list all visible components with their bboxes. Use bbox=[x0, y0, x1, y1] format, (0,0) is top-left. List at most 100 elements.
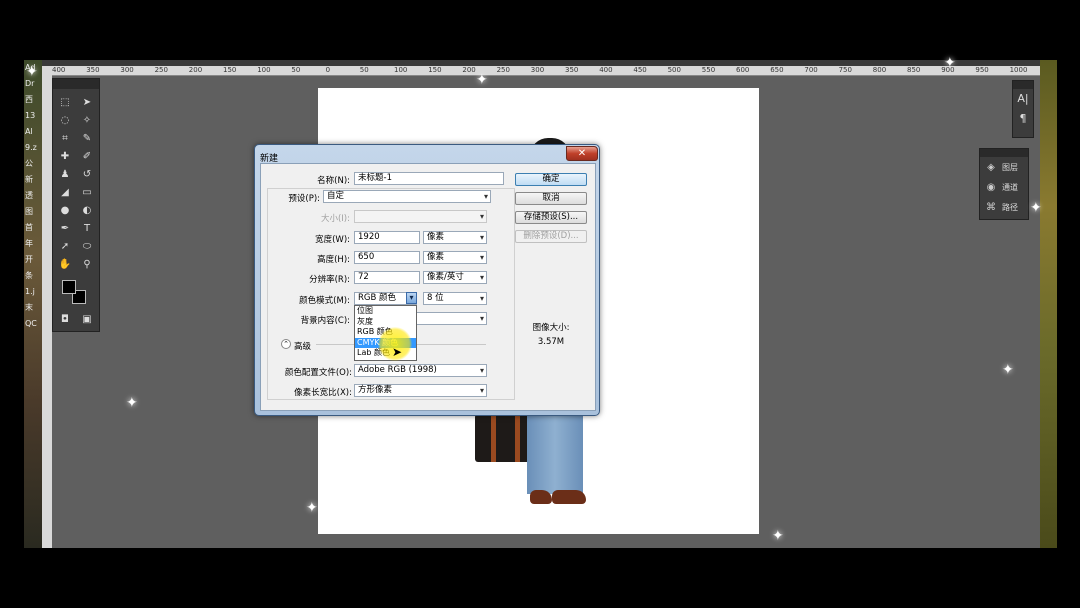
size-select[interactable] bbox=[354, 210, 487, 223]
pixel-aspect-select[interactable]: 方形像素 bbox=[354, 384, 487, 397]
close-icon[interactable]: ✕ bbox=[566, 146, 598, 161]
sparkle-decoration: ✦ bbox=[26, 64, 38, 80]
crop-tool-icon[interactable]: ⌗ bbox=[56, 131, 74, 147]
resolution-label: 分辨率(R): bbox=[309, 275, 350, 285]
pixel-aspect-label: 像素长宽比(X): bbox=[294, 388, 352, 398]
sparkle-decoration: ✦ bbox=[306, 500, 318, 516]
channels-icon: ◉ bbox=[986, 181, 996, 193]
ruler-tick-label: 200 bbox=[188, 66, 203, 74]
color-profile-label: 颜色配置文件(O): bbox=[284, 368, 352, 378]
width-label: 宽度(W): bbox=[315, 235, 350, 245]
cancel-button[interactable]: 取消 bbox=[515, 192, 587, 205]
desktop-icon-label: 图 bbox=[25, 207, 33, 216]
image-size-label: 图像大小: bbox=[532, 323, 570, 333]
photo-figure-shoe-left bbox=[530, 490, 552, 504]
ruler-tick-label: 400 bbox=[52, 66, 66, 74]
foreground-color-swatch[interactable] bbox=[62, 280, 76, 294]
brush-tool-icon[interactable]: ✐ bbox=[78, 149, 96, 165]
text-tool-icon[interactable]: T bbox=[78, 221, 96, 237]
color-mode-option[interactable]: 灰度 bbox=[355, 317, 416, 328]
desktop-icon-label: 透 bbox=[25, 191, 33, 200]
ok-button[interactable]: 确定 bbox=[515, 173, 587, 186]
layers-label: 图层 bbox=[1002, 162, 1018, 172]
sparkle-decoration: ✦ bbox=[476, 72, 488, 88]
gradient-tool-icon[interactable]: ▭ bbox=[78, 185, 96, 201]
color-mode-option[interactable]: 位图 bbox=[355, 306, 416, 317]
chevron-down-icon[interactable]: ▾ bbox=[406, 292, 417, 304]
desktop-icon-label: 13 bbox=[25, 111, 36, 120]
advanced-label[interactable]: 高级 bbox=[294, 340, 311, 352]
mouse-cursor-icon: ➤ bbox=[392, 345, 403, 359]
vertical-ruler bbox=[42, 66, 52, 548]
ruler-tick-label: 1000 bbox=[1009, 66, 1028, 74]
color-mode-label: 颜色模式(M): bbox=[299, 296, 350, 306]
color-profile-select[interactable]: Adobe RGB (1998) bbox=[354, 364, 487, 377]
character-panel-icon[interactable]: A| bbox=[1013, 89, 1033, 109]
hand-tool-icon[interactable]: ✋ bbox=[56, 257, 74, 273]
healing-brush-icon[interactable]: ✚ bbox=[56, 149, 74, 165]
sparkle-decoration: ✦ bbox=[1030, 200, 1042, 216]
magic-wand-icon[interactable]: ✧ bbox=[78, 113, 96, 129]
desktop-icon-label: QC bbox=[25, 319, 37, 328]
resolution-unit-select[interactable]: 像素/英寸 bbox=[423, 271, 487, 284]
quick-mask-icon[interactable]: ◘ bbox=[56, 312, 74, 328]
resolution-input[interactable]: 72 bbox=[354, 271, 420, 284]
lasso-tool-icon[interactable]: ◌ bbox=[56, 113, 74, 129]
size-label: 大小(I): bbox=[320, 214, 350, 224]
tools-panel-header[interactable] bbox=[53, 79, 99, 89]
dodge-tool-icon[interactable]: ◐ bbox=[78, 203, 96, 219]
ruler-tick-label: 200 bbox=[462, 66, 476, 74]
width-unit-select[interactable]: 像素 bbox=[423, 231, 487, 244]
name-input[interactable]: 未标题-1 bbox=[354, 172, 504, 185]
bit-depth-select[interactable]: 8 位 bbox=[423, 292, 487, 305]
blur-tool-icon[interactable]: ● bbox=[56, 203, 74, 219]
screen-mode-icon[interactable]: ▣ bbox=[78, 312, 96, 328]
ruler-tick-label: 100 bbox=[394, 66, 408, 74]
chevron-up-icon[interactable]: ⌃ bbox=[281, 339, 291, 349]
character-panel-dock: A| ¶ bbox=[1012, 80, 1034, 138]
desktop-icon-label: 新 bbox=[25, 175, 33, 184]
delete-preset-button[interactable]: 删除预设(D)... bbox=[515, 230, 587, 243]
ruler-tick-label: 600 bbox=[736, 66, 750, 74]
sparkle-decoration: ✦ bbox=[944, 55, 956, 71]
ruler-tick-label: 500 bbox=[667, 66, 681, 74]
marquee-tool-icon[interactable]: ⬚ bbox=[56, 95, 74, 111]
width-input[interactable]: 1920 bbox=[354, 231, 420, 244]
ruler-tick-label: 700 bbox=[804, 66, 818, 74]
photo-figure-shoe-right bbox=[552, 490, 586, 504]
eraser-tool-icon[interactable]: ◢ bbox=[56, 185, 74, 201]
ruler-tick-label: 750 bbox=[838, 66, 852, 74]
ruler-tick-label: 300 bbox=[120, 66, 134, 74]
shape-tool-icon[interactable]: ⬭ bbox=[78, 239, 96, 255]
history-brush-icon[interactable]: ↺ bbox=[78, 167, 96, 183]
pen-tool-icon[interactable]: ✒ bbox=[56, 221, 74, 237]
image-size-value: 3.57M bbox=[537, 337, 565, 347]
path-select-icon[interactable]: ➚ bbox=[56, 239, 74, 255]
ruler-tick-label: 800 bbox=[872, 66, 887, 74]
move-tool-icon[interactable]: ➤ bbox=[78, 95, 96, 111]
ruler-tick-label: 250 bbox=[496, 66, 510, 74]
layers-icon: ◈ bbox=[987, 161, 995, 173]
ruler-tick-label: 50 bbox=[359, 66, 369, 74]
ruler-tick-label: 250 bbox=[154, 66, 168, 74]
save-preset-button[interactable]: 存储预设(S)... bbox=[515, 211, 587, 224]
horizontal-ruler: 400 350 300 250 200 150 100 50 0 50 100 150 200 250 30… bbox=[52, 66, 1040, 76]
stamp-tool-icon[interactable]: ♟ bbox=[56, 167, 74, 183]
height-input[interactable]: 650 bbox=[354, 251, 420, 264]
ruler-tick-label: 850 bbox=[907, 66, 921, 74]
ruler-tick-label: 350 bbox=[565, 66, 579, 74]
desktop-icon-label: 首 bbox=[25, 223, 33, 232]
paragraph-panel-icon[interactable]: ¶ bbox=[1013, 109, 1033, 129]
channels-panel-tab[interactable]: ◉ 通道 bbox=[980, 177, 1028, 197]
height-unit-select[interactable]: 像素 bbox=[423, 251, 487, 264]
paths-icon: ⌘ bbox=[986, 201, 996, 213]
desktop-icon-label: 条 bbox=[25, 271, 33, 280]
layers-panel-tab[interactable]: ◈ 图层 bbox=[980, 157, 1028, 177]
ruler-tick-label: 50 bbox=[291, 66, 301, 74]
desktop-icon-label: 1.j bbox=[25, 287, 35, 296]
eyedropper-icon[interactable]: ✎ bbox=[78, 131, 96, 147]
sparkle-decoration: ✦ bbox=[1002, 362, 1014, 378]
zoom-tool-icon[interactable]: ⚲ bbox=[78, 257, 96, 273]
preset-select[interactable]: 自定 bbox=[323, 190, 491, 203]
paths-panel-tab[interactable]: ⌘ 路径 bbox=[980, 197, 1028, 217]
